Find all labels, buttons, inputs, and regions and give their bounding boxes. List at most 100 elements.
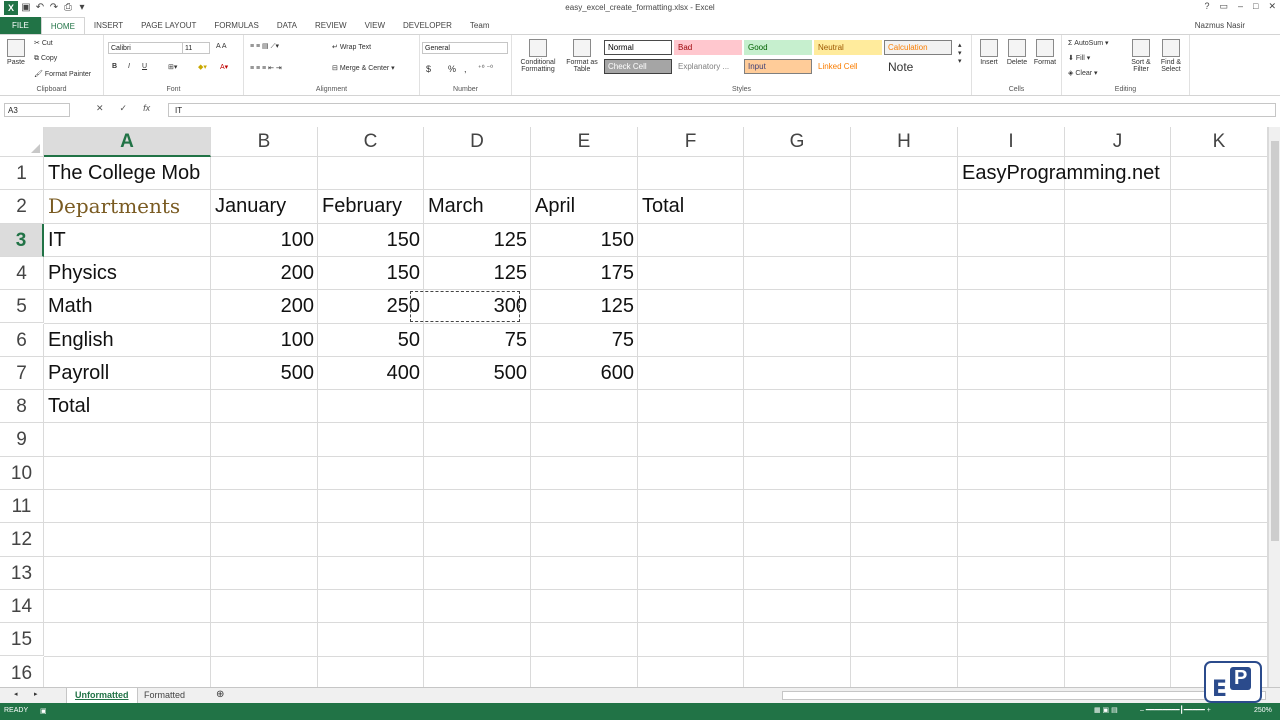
horizontal-align-icons[interactable]: ≡ ≡ ≡ ⇤ ⇥ [250, 64, 282, 72]
paste-button[interactable]: Paste [4, 39, 28, 66]
column-header-h[interactable]: H [851, 127, 958, 157]
cell-a8[interactable]: Total [44, 390, 94, 423]
cell-style-normal[interactable]: Normal [604, 40, 672, 55]
row-header-3[interactable]: 3 [0, 223, 44, 257]
tab-page-layout[interactable]: PAGE LAYOUT [132, 17, 205, 34]
cell-c7[interactable]: 400 [318, 357, 424, 390]
column-header-i[interactable]: I [958, 127, 1065, 157]
cancel-icon[interactable]: ✕ [96, 103, 104, 114]
tab-review[interactable]: REVIEW [306, 17, 356, 34]
row-header-7[interactable]: 7 [0, 356, 44, 391]
find-select-button[interactable]: Find & Select [1156, 39, 1186, 73]
help-icon[interactable]: ? [1204, 1, 1209, 12]
cell-b3[interactable]: 100 [211, 224, 318, 257]
vertical-scrollbar[interactable] [1268, 127, 1280, 687]
cell-style-explanatory[interactable]: Explanatory ... [674, 59, 742, 74]
fill-button[interactable]: ⬇ Fill ▾ [1068, 54, 1090, 62]
next-sheet-icon[interactable]: ▸ [34, 690, 38, 698]
sheet-tab-formatted[interactable]: Formatted [136, 688, 193, 703]
user-name[interactable]: Nazmus Nasir [1195, 21, 1245, 30]
tab-developer[interactable]: DEVELOPER [394, 17, 461, 34]
horizontal-scrollbar[interactable] [782, 691, 1266, 700]
row-header-15[interactable]: 15 [0, 623, 44, 657]
cell-e2[interactable]: April [531, 190, 579, 223]
cell-a4[interactable]: Physics [44, 257, 121, 290]
cell-d4[interactable]: 125 [424, 257, 531, 290]
vertical-scroll-thumb[interactable] [1271, 141, 1279, 541]
cell-a6[interactable]: English [44, 324, 118, 357]
underline-button[interactable]: U [142, 63, 147, 70]
bold-button[interactable]: B [112, 63, 117, 70]
cell-d2[interactable]: March [424, 190, 488, 223]
font-family-select[interactable]: Calibri [108, 42, 184, 54]
sheet-tab-unformatted[interactable]: Unformatted [66, 688, 138, 703]
cell-d6[interactable]: 75 [424, 324, 531, 357]
column-header-g[interactable]: G [744, 127, 851, 157]
font-color-icon[interactable]: A▾ [220, 63, 228, 71]
cell-a2[interactable]: Departments [44, 190, 184, 223]
ribbon-display-icon[interactable]: ▭ [1219, 1, 1228, 12]
format-painter-button[interactable]: 🖌 Format Painter [34, 70, 91, 78]
tab-team[interactable]: Team [461, 17, 499, 34]
cell-i1[interactable]: EasyProgramming.net [958, 157, 1164, 190]
row-header-14[interactable]: 14 [0, 589, 44, 624]
cell-a3[interactable]: IT [44, 224, 70, 257]
borders-icon[interactable]: ⊞▾ [168, 63, 177, 71]
cell-b4[interactable]: 200 [211, 257, 318, 290]
row-header-11[interactable]: 11 [0, 490, 44, 524]
cell-a1[interactable]: The College Mob [44, 157, 204, 190]
cell-c6[interactable]: 50 [318, 324, 424, 357]
row-header-12[interactable]: 12 [0, 523, 44, 557]
close-icon[interactable]: ✕ [1268, 1, 1276, 12]
merge-center-button[interactable]: ⊟ Merge & Center ▾ [332, 64, 395, 72]
insert-function-icon[interactable]: fx [143, 103, 150, 114]
cell-b7[interactable]: 500 [211, 357, 318, 390]
vertical-align-icons[interactable]: ≡ ≡ ▤ ⟋▾ [250, 42, 279, 51]
cell-e5[interactable]: 125 [531, 290, 638, 323]
delete-cells-button[interactable]: Delete [1004, 39, 1030, 66]
cell-style-check-cell[interactable]: Check Cell [604, 59, 672, 74]
tab-home[interactable]: HOME [40, 16, 85, 35]
cut-button[interactable]: ✂ Cut [34, 39, 53, 47]
autosum-button[interactable]: Σ AutoSum ▾ [1068, 39, 1109, 47]
row-header-13[interactable]: 13 [0, 556, 44, 590]
column-header-k[interactable]: K [1171, 127, 1268, 157]
tab-data[interactable]: DATA [268, 17, 306, 34]
cell-e4[interactable]: 175 [531, 257, 638, 290]
row-header-16[interactable]: 16 [0, 656, 44, 687]
name-box[interactable]: A3 [4, 103, 70, 117]
column-header-c[interactable]: C [318, 127, 424, 157]
zoom-slider[interactable]: – ━━━━━━━━┃━━━━━ + [1140, 706, 1211, 714]
row-header-4[interactable]: 4 [0, 256, 44, 291]
maximize-icon[interactable]: □ [1253, 1, 1258, 12]
copy-button[interactable]: ⧉ Copy [34, 55, 57, 63]
sort-filter-button[interactable]: Sort & Filter [1126, 39, 1156, 73]
column-header-b[interactable]: B [211, 127, 318, 157]
column-header-f[interactable]: F [638, 127, 744, 157]
conditional-formatting-button[interactable]: Conditional Formatting [514, 39, 562, 73]
format-as-table-button[interactable]: Format as Table [564, 39, 600, 73]
fill-color-icon[interactable]: ◆▾ [198, 63, 207, 71]
select-all-corner[interactable] [0, 127, 44, 157]
comma-button[interactable]: , [464, 64, 467, 74]
tab-formulas[interactable]: FORMULAS [205, 17, 267, 34]
view-buttons[interactable]: ▦ ▣ ▤ [1094, 706, 1118, 714]
column-header-e[interactable]: E [531, 127, 638, 157]
cell-c4[interactable]: 150 [318, 257, 424, 290]
cell-style-neutral[interactable]: Neutral [814, 40, 882, 55]
row-header-5[interactable]: 5 [0, 290, 44, 324]
enter-icon[interactable]: ✓ [120, 103, 128, 114]
cell-style-note[interactable]: Note [884, 59, 952, 74]
column-header-d[interactable]: D [424, 127, 531, 157]
currency-button[interactable]: $ [426, 64, 431, 74]
cell-d3[interactable]: 125 [424, 224, 531, 257]
cell-c5[interactable]: 250 [318, 290, 424, 323]
cell-b5[interactable]: 200 [211, 290, 318, 323]
column-header-j[interactable]: J [1065, 127, 1171, 157]
row-header-10[interactable]: 10 [0, 456, 44, 490]
cell-a5[interactable]: Math [44, 290, 96, 323]
styles-scroll-icon[interactable]: ▴ ▾ ▾ [958, 41, 962, 65]
formula-input[interactable]: IT [168, 103, 1276, 117]
new-sheet-icon[interactable]: ⊕ [216, 689, 224, 700]
row-header-2[interactable]: 2 [0, 190, 44, 224]
